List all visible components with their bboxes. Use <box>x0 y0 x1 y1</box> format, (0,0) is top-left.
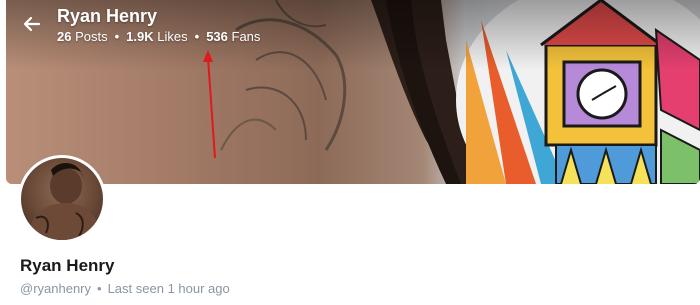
header-title: Ryan Henry <box>57 6 158 26</box>
arrow-left-icon <box>23 16 41 32</box>
avatar-photo <box>26 163 103 240</box>
likes-label: Likes <box>157 29 188 44</box>
likes-count: 1.9K <box>126 29 154 44</box>
header-stats: 26 Posts • 1.9K Likes • 536 Fans <box>57 29 260 44</box>
posts-label: Posts <box>75 29 108 44</box>
fans-count: 536 <box>206 29 228 44</box>
posts-count: 26 <box>57 29 72 44</box>
subline-separator: • <box>97 281 102 296</box>
avatar[interactable] <box>18 155 106 243</box>
profile-subline: @ryanhenry • Last seen 1 hour ago <box>20 281 230 296</box>
stat-separator: • <box>114 29 120 44</box>
back-button[interactable] <box>18 10 46 38</box>
stat-separator: • <box>194 29 200 44</box>
last-seen: Last seen 1 hour ago <box>107 281 230 296</box>
profile-name: Ryan Henry <box>20 256 115 275</box>
profile-banner <box>6 0 700 184</box>
profile-handle: @ryanhenry <box>20 281 92 296</box>
fans-label: Fans <box>231 29 261 44</box>
